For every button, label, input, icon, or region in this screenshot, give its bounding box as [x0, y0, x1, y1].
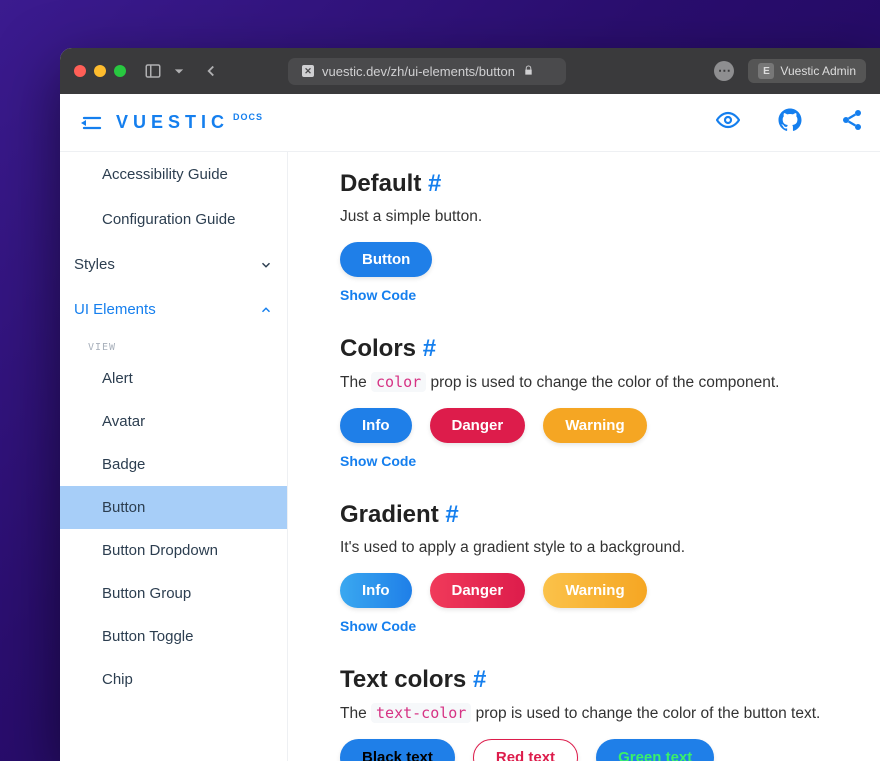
code-prop: color	[371, 372, 426, 392]
collapse-sidebar-button[interactable]	[72, 105, 108, 141]
section-heading: Colors #	[340, 335, 880, 363]
section-heading: Text colors #	[340, 666, 880, 694]
sidebar-section-ui-elements[interactable]: UI Elements	[60, 287, 287, 332]
sidebar-item-button-group[interactable]: Button Group	[60, 572, 287, 615]
info-button[interactable]: Info	[340, 408, 412, 443]
url-text: vuestic.dev/zh/ui-elements/button	[322, 64, 515, 79]
warning-gradient-button[interactable]: Warning	[543, 573, 646, 608]
chevron-down-icon[interactable]	[174, 62, 184, 80]
sidebar-group-label: VIEW	[60, 332, 287, 357]
chevron-up-icon	[259, 303, 273, 317]
warning-button[interactable]: Warning	[543, 408, 646, 443]
section-heading: Gradient #	[340, 501, 880, 529]
header-actions	[716, 108, 864, 137]
sidebar-section-label: UI Elements	[74, 301, 156, 318]
anchor-link[interactable]: #	[428, 170, 441, 197]
body: Accessibility Guide Configuration Guide …	[60, 152, 880, 761]
sidebar-toggle-icon[interactable]	[144, 62, 162, 80]
green-text-button[interactable]: Green text	[596, 739, 714, 761]
titlebar: ✕ vuestic.dev/zh/ui-elements/button ⋯ E …	[60, 48, 880, 94]
red-text-button[interactable]: Red text	[473, 739, 578, 761]
extension-button[interactable]: E Vuestic Admin	[748, 59, 866, 83]
sidebar-item-chip[interactable]: Chip	[60, 658, 287, 701]
extension-label: Vuestic Admin	[780, 64, 856, 78]
example-button[interactable]: Button	[340, 242, 432, 277]
info-gradient-button[interactable]: Info	[340, 573, 412, 608]
chevron-down-icon	[259, 258, 273, 272]
button-row: Info Danger Warning	[340, 408, 880, 443]
sidebar-section-label: Styles	[74, 256, 115, 273]
back-icon[interactable]	[202, 62, 220, 80]
browser-window: ✕ vuestic.dev/zh/ui-elements/button ⋯ E …	[60, 48, 880, 761]
url-bar[interactable]: ✕ vuestic.dev/zh/ui-elements/button	[288, 58, 566, 85]
button-row: Button	[340, 242, 880, 277]
sidebar-item-configuration[interactable]: Configuration Guide	[60, 197, 287, 242]
show-code-link[interactable]: Show Code	[340, 453, 416, 469]
section-colors: Colors # The color prop is used to chang…	[340, 335, 880, 495]
toolbar-left	[144, 62, 220, 80]
logo[interactable]: VUESTIC DOCS	[116, 112, 263, 133]
more-icon[interactable]: ⋯	[714, 61, 734, 81]
anchor-link[interactable]: #	[473, 666, 486, 693]
anchor-link[interactable]: #	[423, 335, 436, 362]
section-desc: The color prop is used to change the col…	[340, 373, 880, 392]
extension-badge: E	[758, 63, 774, 79]
app-header: VUESTIC DOCS	[60, 94, 880, 152]
minimize-window-button[interactable]	[94, 65, 106, 77]
code-prop: text-color	[371, 703, 471, 723]
logo-main: VUESTIC	[116, 112, 229, 133]
section-heading: Default #	[340, 170, 880, 198]
maximize-window-button[interactable]	[114, 65, 126, 77]
sidebar-item-button-toggle[interactable]: Button Toggle	[60, 615, 287, 658]
main-content: Default # Just a simple button. Button S…	[288, 152, 880, 761]
site-settings-icon[interactable]: ✕	[302, 65, 314, 77]
share-icon[interactable]	[840, 108, 864, 137]
lock-icon	[523, 64, 534, 79]
sidebar-item-badge[interactable]: Badge	[60, 443, 287, 486]
traffic-lights	[74, 65, 126, 77]
section-desc: The text-color prop is used to change th…	[340, 704, 880, 723]
section-default: Default # Just a simple button. Button S…	[340, 170, 880, 329]
section-text-colors: Text colors # The text-color prop is use…	[340, 666, 880, 761]
button-row: Black text Red text Green text	[340, 739, 880, 761]
close-window-button[interactable]	[74, 65, 86, 77]
sidebar-section-styles[interactable]: Styles	[60, 242, 287, 287]
show-code-link[interactable]: Show Code	[340, 287, 416, 303]
sidebar-item-button-dropdown[interactable]: Button Dropdown	[60, 529, 287, 572]
sidebar-item-alert[interactable]: Alert	[60, 357, 287, 400]
section-desc: It's used to apply a gradient style to a…	[340, 539, 880, 557]
sidebar-item-button[interactable]: Button	[60, 486, 287, 529]
danger-button[interactable]: Danger	[430, 408, 526, 443]
button-row: Info Danger Warning	[340, 573, 880, 608]
sidebar: Accessibility Guide Configuration Guide …	[60, 152, 288, 761]
danger-gradient-button[interactable]: Danger	[430, 573, 526, 608]
sidebar-item-avatar[interactable]: Avatar	[60, 400, 287, 443]
section-gradient: Gradient # It's used to apply a gradient…	[340, 501, 880, 660]
section-desc: Just a simple button.	[340, 208, 880, 226]
black-text-button[interactable]: Black text	[340, 739, 455, 761]
eye-icon[interactable]	[716, 108, 740, 137]
titlebar-right: ⋯ E Vuestic Admin	[714, 59, 866, 83]
github-icon[interactable]	[778, 108, 802, 137]
sidebar-item-accessibility[interactable]: Accessibility Guide	[60, 152, 287, 197]
logo-sup: DOCS	[233, 112, 263, 122]
show-code-link[interactable]: Show Code	[340, 618, 416, 634]
anchor-link[interactable]: #	[445, 501, 458, 528]
